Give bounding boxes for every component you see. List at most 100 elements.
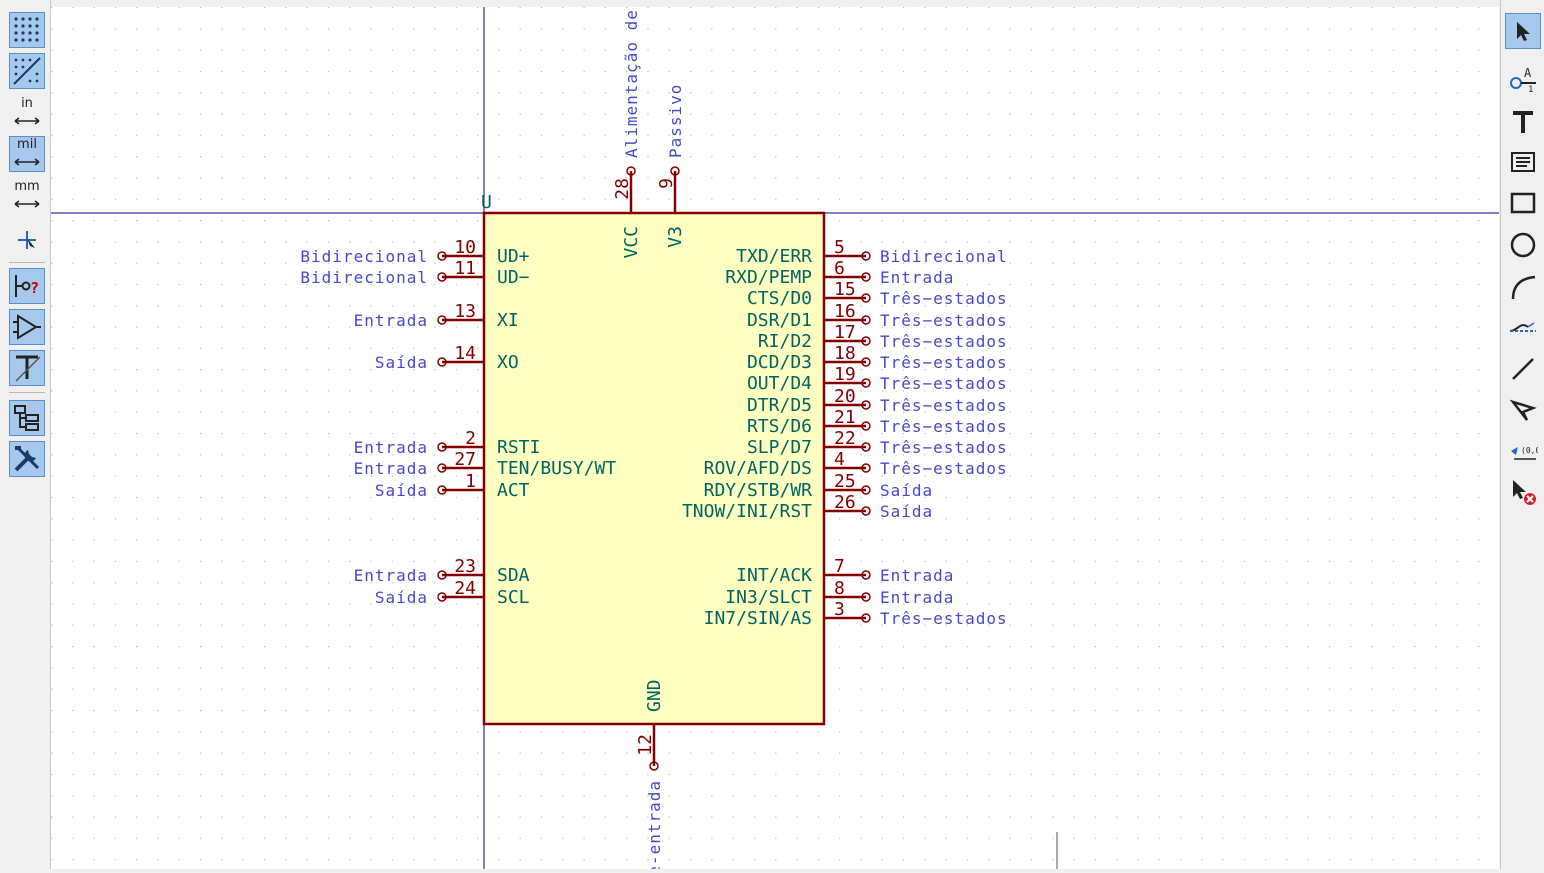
add-textbox-icon[interactable] xyxy=(1505,144,1541,180)
pin-number: 2 xyxy=(465,428,476,449)
pin-electrical-type: Três−estados xyxy=(880,417,1008,436)
pin-electrical-type: Bidirecional xyxy=(300,268,428,287)
units-mils-button[interactable]: mil xyxy=(9,136,45,172)
pin-number: 22 xyxy=(834,428,856,449)
double-arrow-icon xyxy=(14,157,40,166)
pin-name: XI xyxy=(497,310,519,331)
pin-number: 20 xyxy=(834,386,856,407)
show-pin-electrical-type-icon[interactable]: ? xyxy=(9,268,45,304)
pin-electrical-type: Três−estados xyxy=(880,438,1008,457)
pin-electrical-type: Saída xyxy=(375,353,428,372)
schematic-canvas[interactable]: U 10 UD+ Bidirecional 11 UD− Bidirecional 1 3 XI… xyxy=(51,0,1499,873)
pin-electrical-type: Entrada xyxy=(880,588,954,607)
pin-number: 18 xyxy=(834,343,856,364)
pin-name: GND xyxy=(644,679,665,712)
pin-electrical-type: Alimentação de e xyxy=(622,7,641,158)
pin-number: 1 xyxy=(465,471,476,492)
pin-electrical-type: Saída xyxy=(880,481,933,500)
units-mm-label: mm xyxy=(14,178,40,194)
pin-number: 12 xyxy=(635,734,656,756)
pin-number: 11 xyxy=(454,258,476,279)
pin-number: 9 xyxy=(656,178,677,189)
grid-override-icon[interactable] xyxy=(9,53,45,89)
svg-text:1: 1 xyxy=(1528,85,1533,93)
pin-electrical-type: Entrada xyxy=(880,566,954,585)
symbol-editor-drawing[interactable]: U 10 UD+ Bidirecional 11 UD− Bidirecional 1 3 XI… xyxy=(51,0,1499,873)
svg-text:?: ? xyxy=(30,279,39,297)
pin-name: DCD/D3 xyxy=(747,352,812,373)
pin-name: RXD/PEMP xyxy=(725,267,812,288)
pin-name: VCC xyxy=(621,226,642,259)
pin-electrical-type: Três−estados xyxy=(880,289,1008,308)
select-arrow-icon[interactable] xyxy=(1505,13,1541,49)
pin-number: 19 xyxy=(834,364,856,385)
pin-electrical-type: Três−estados xyxy=(880,609,1008,628)
pin-number: 27 xyxy=(454,449,476,470)
pin-electrical-type: Três−estados xyxy=(880,353,1008,372)
left-toolbar: in mil mm ? xyxy=(0,0,51,869)
show-hidden-pins-icon[interactable] xyxy=(9,309,45,345)
pin-name: DSR/D1 xyxy=(747,310,812,331)
pin-electrical-type: Saída xyxy=(375,588,428,607)
add-text-icon[interactable] xyxy=(1505,103,1541,139)
delete-tool-icon[interactable] xyxy=(1505,474,1541,510)
pin-number: 21 xyxy=(834,407,856,428)
reference-designator[interactable]: U xyxy=(481,192,492,213)
pin-name: INT/ACK xyxy=(736,565,812,586)
pin-name: SLP/D7 xyxy=(747,437,812,458)
add-arc-icon[interactable] xyxy=(1505,269,1541,305)
pin-electrical-type: Entrada xyxy=(354,566,428,585)
units-inches-label: in xyxy=(21,95,33,111)
symbol-hierarchy-icon[interactable] xyxy=(9,400,45,436)
pin-electrical-type: Entrada xyxy=(354,438,428,457)
pin-name: IN3/SLCT xyxy=(725,587,812,608)
pin-electrical-type: Bidirecional xyxy=(880,247,1008,266)
pin-name: TEN/BUSY/WT xyxy=(497,458,616,479)
pin-number: 26 xyxy=(834,492,856,513)
double-arrow-icon xyxy=(14,116,40,125)
show-hidden-fields-icon[interactable] xyxy=(9,350,45,386)
svg-text:(0,0): (0,0) xyxy=(1521,446,1538,455)
grid-dots-icon[interactable] xyxy=(9,12,45,48)
units-inches-button[interactable]: in xyxy=(9,95,45,131)
pin-number: 10 xyxy=(454,237,476,258)
pin-electrical-type: Entrada xyxy=(354,311,428,330)
pin-name: ACT xyxy=(497,480,530,501)
add-polygon-icon[interactable] xyxy=(1505,392,1541,428)
pin-number: 3 xyxy=(834,599,845,620)
pin-electrical-type: Três−estados xyxy=(880,374,1008,393)
pin-name: UD− xyxy=(497,267,530,288)
anchor-origin-icon[interactable]: (0,0) xyxy=(1505,434,1541,470)
pin-name: DTR/D5 xyxy=(747,395,812,416)
pin-name: RDY/STB/WR xyxy=(704,480,813,501)
units-mm-button[interactable]: mm xyxy=(9,178,45,214)
pin-electrical-type: Entrada xyxy=(880,268,954,287)
pin-name: XO xyxy=(497,352,519,373)
pin-name: CTS/D0 xyxy=(747,288,812,309)
pin-number: 23 xyxy=(454,556,476,577)
pin-electrical-type: Entrada xyxy=(354,459,428,478)
add-rectangle-icon[interactable] xyxy=(1505,185,1541,221)
right-toolbar: A1 (0,0) xyxy=(1500,0,1544,869)
pin-number: 17 xyxy=(834,322,856,343)
cursor-crosshair-icon[interactable] xyxy=(9,222,45,258)
svg-text:A: A xyxy=(1524,66,1532,80)
add-bezier-icon[interactable] xyxy=(1505,310,1541,346)
pin-electrical-type: Saída xyxy=(375,481,428,500)
add-line-icon[interactable] xyxy=(1505,351,1541,387)
pin-name: V3 xyxy=(665,226,686,248)
pin-name: SCL xyxy=(497,587,530,608)
pin-number: 15 xyxy=(834,279,856,300)
pin-number: 8 xyxy=(834,578,845,599)
pin-name: UD+ xyxy=(497,246,530,267)
pin-electrical-type: Três−estados xyxy=(880,459,1008,478)
pin-name: TNOW/INI/RST xyxy=(682,501,812,522)
symbol-properties-tools-icon[interactable] xyxy=(9,441,45,477)
pin-name: ROV/AFD/DS xyxy=(704,458,812,479)
pin-name: RTS/D6 xyxy=(747,416,812,437)
add-circle-icon[interactable] xyxy=(1505,227,1541,263)
pin-name: IN7/SIN/AS xyxy=(704,608,812,629)
add-pin-icon[interactable]: A1 xyxy=(1505,60,1541,96)
pin-number: 6 xyxy=(834,258,845,279)
pin-electrical-type: Três−estados xyxy=(880,332,1008,351)
